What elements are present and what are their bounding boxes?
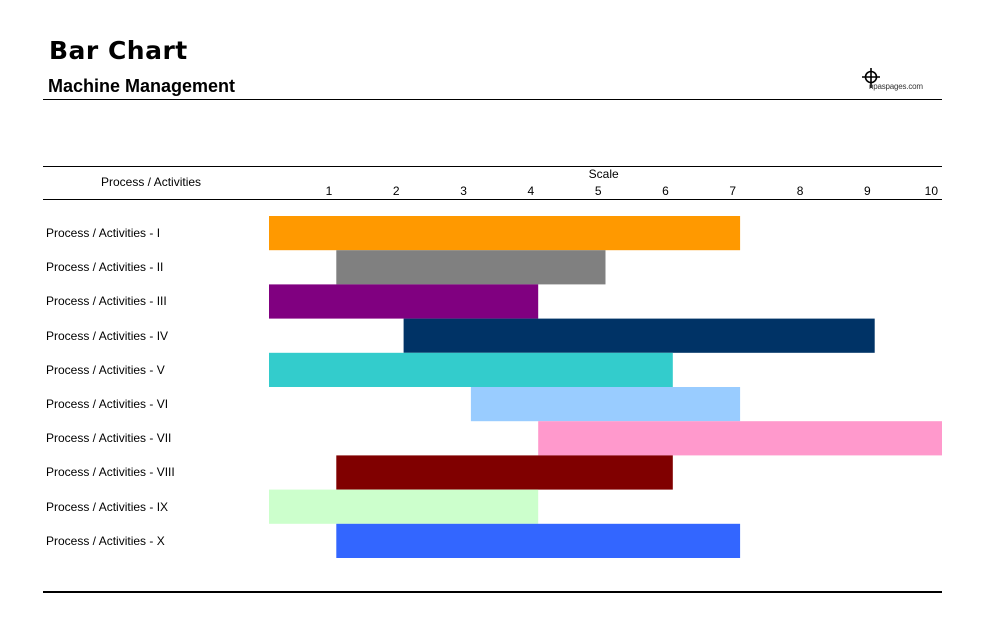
bar [269,489,539,524]
bar [336,250,606,285]
bar [403,318,875,353]
bar [336,455,673,490]
bar [269,216,741,251]
bar [269,352,673,387]
bar [538,421,942,456]
bars-area [269,216,942,558]
bar [470,387,741,422]
bar [336,523,741,558]
bar [269,284,539,319]
